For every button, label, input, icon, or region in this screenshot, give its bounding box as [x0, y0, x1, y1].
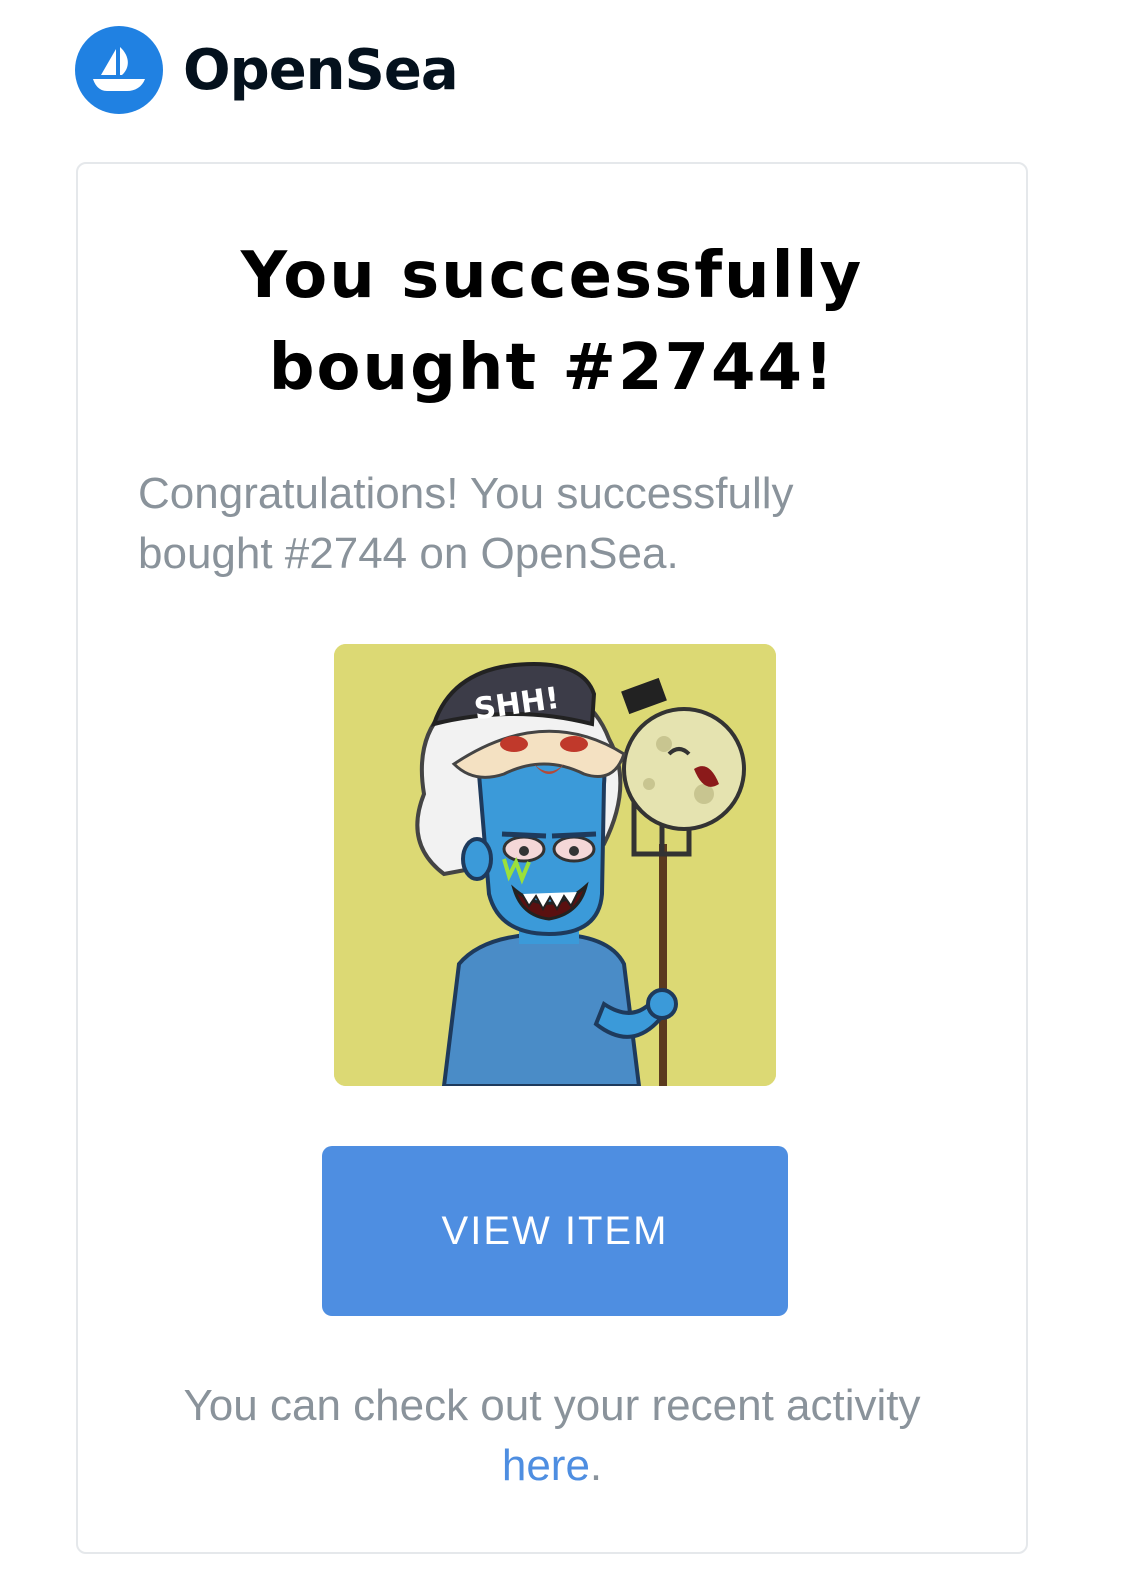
opensea-ship-icon — [93, 47, 145, 91]
email-header: OpenSea — [75, 26, 459, 114]
recent-activity-text: You can check out your recent activity — [183, 1381, 921, 1430]
view-item-button[interactable]: VIEW ITEM — [322, 1146, 788, 1316]
message-line-1: Congratulations! You successfully — [138, 469, 794, 518]
brand-name: OpenSea — [183, 37, 459, 103]
opensea-logo[interactable] — [75, 26, 163, 114]
purchase-headline: You successfully bought #2744! — [78, 230, 1026, 414]
footer-period: . — [589, 1441, 603, 1490]
purchase-card: You successfully bought #2744! Congratul… — [76, 162, 1028, 1554]
recent-activity-note: You can check out your recent activity h… — [78, 1376, 1026, 1496]
headline-line-2: bought #2744! — [268, 331, 836, 405]
headline-line-1: You successfully — [240, 239, 864, 313]
congrats-message: Congratulations! You successfully bought… — [138, 464, 898, 584]
recent-activity-link[interactable]: here — [502, 1441, 590, 1490]
nft-artwork: SHH! — [334, 644, 776, 1086]
nft-image[interactable]: SHH! — [334, 644, 776, 1086]
message-line-2: bought #2744 on OpenSea. — [138, 529, 679, 578]
